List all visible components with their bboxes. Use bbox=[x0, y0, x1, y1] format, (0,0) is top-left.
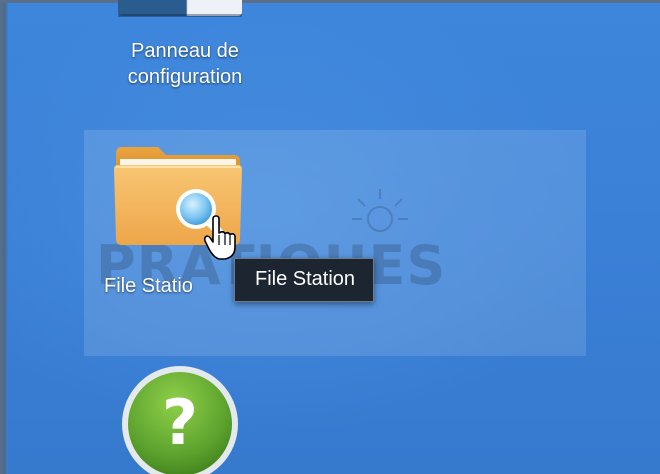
control-panel-label-line1: Panneau de bbox=[131, 40, 239, 62]
control-panel-icon-shadow bbox=[118, 14, 242, 17]
window-edge bbox=[0, 0, 8, 474]
help-icon[interactable]: ? bbox=[120, 364, 240, 474]
hand-cursor-icon bbox=[203, 215, 236, 260]
help-glyph: ? bbox=[162, 386, 198, 459]
control-panel-label-line2: configuration bbox=[127, 66, 243, 88]
control-panel-label[interactable]: Panneau de configuration bbox=[100, 38, 270, 90]
top-border bbox=[0, 0, 660, 3]
file-station-label[interactable]: File Statio bbox=[104, 273, 244, 299]
file-station-tooltip: File Station bbox=[234, 258, 375, 302]
